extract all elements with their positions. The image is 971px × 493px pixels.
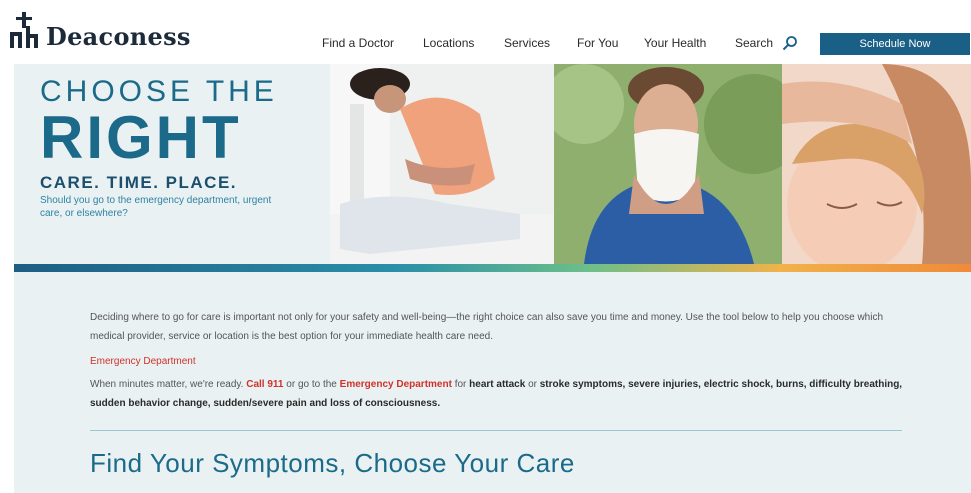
nav-services[interactable]: Services (504, 36, 550, 50)
hero-photo-stomach-pain (330, 64, 554, 264)
nav-for-you[interactable]: For You (577, 36, 618, 50)
hero-gradient-divider (14, 264, 971, 272)
brand-name: Deaconess (46, 22, 191, 51)
intro-paragraph: Deciding where to go for care is importa… (90, 312, 884, 342)
site-header: Deaconess Find a Doctor Locations Servic… (0, 0, 971, 64)
emergency-department-paragraph: When minutes matter, we're ready. Call 9… (90, 375, 910, 413)
find-symptoms-heading: Find Your Symptoms, Choose Your Care (90, 448, 575, 478)
hero-text: CHOOSE THE RIGHT CARE. TIME. PLACE. Shou… (40, 74, 290, 220)
schedule-now-button[interactable]: Schedule Now (820, 33, 970, 55)
section-divider (90, 430, 902, 431)
ed-text-part: When minutes matter, we're ready. (90, 379, 247, 390)
hero-subheading: CARE. TIME. PLACE. (40, 173, 238, 192)
emergency-department-link[interactable]: Emergency Department (340, 379, 452, 390)
nav-locations[interactable]: Locations (423, 36, 474, 50)
hero-photo-sick-child (782, 64, 971, 264)
ed-text-part: or go to the (283, 379, 340, 390)
ed-text-part: or (525, 379, 540, 390)
heart-attack-text: heart attack (469, 379, 526, 390)
deaconess-logo-icon (10, 12, 38, 48)
emergency-department-heading: Emergency Department (90, 356, 196, 367)
hero-photo-sneezing-man (554, 64, 782, 264)
main-content: Deciding where to go for care is importa… (14, 272, 971, 493)
ed-text-part: for (451, 379, 470, 390)
call-911-link[interactable]: Call 911 (246, 379, 283, 390)
nav-search[interactable]: Search (735, 36, 773, 50)
hero-heading-line2: RIGHT (40, 104, 242, 171)
hero-banner: CHOOSE THE RIGHT CARE. TIME. PLACE. Shou… (14, 64, 971, 264)
search-icon[interactable] (782, 35, 798, 51)
hero-description: Should you go to the emergency departmen… (40, 195, 272, 219)
nav-find-a-doctor[interactable]: Find a Doctor (322, 36, 394, 50)
nav-your-health[interactable]: Your Health (644, 36, 706, 50)
logo[interactable]: Deaconess (8, 12, 191, 50)
